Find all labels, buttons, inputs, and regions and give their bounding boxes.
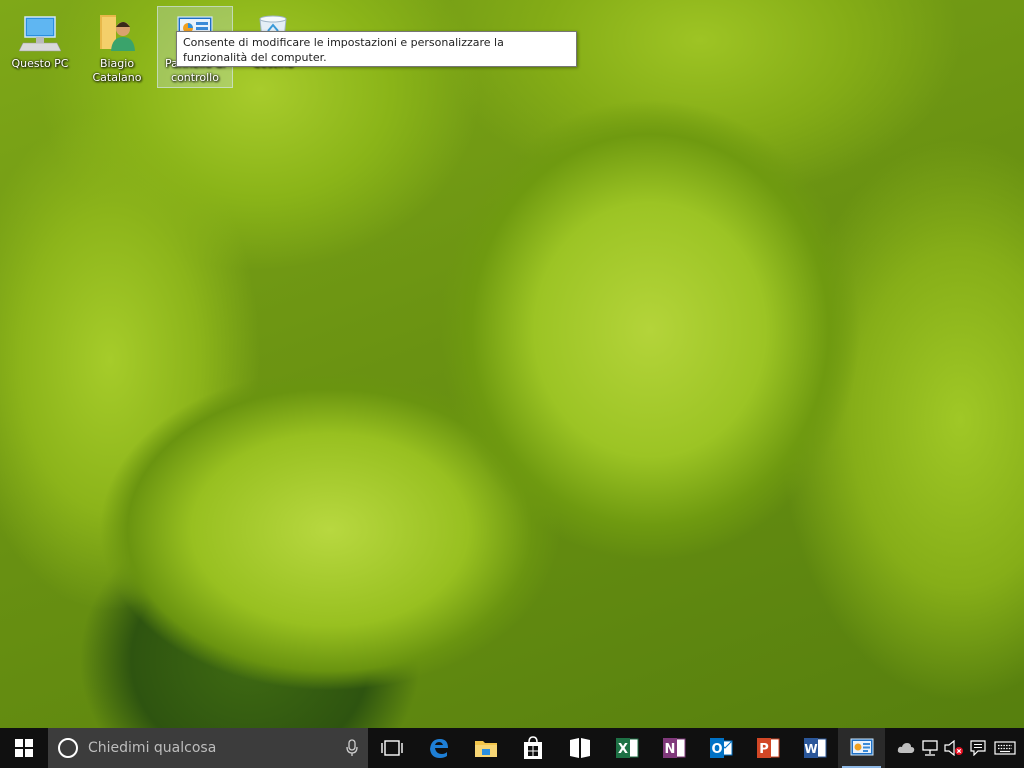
network-icon[interactable] — [918, 728, 942, 768]
onedrive-icon[interactable] — [894, 728, 918, 768]
word-icon: W — [803, 738, 826, 758]
volume-muted-icon[interactable] — [942, 728, 966, 768]
desktop[interactable]: Questo PC Biagio Catalano controllo Cons… — [0, 0, 1024, 728]
taskbar-word[interactable]: W — [791, 728, 838, 768]
computer-icon — [18, 11, 62, 53]
svg-text:O: O — [711, 742, 722, 757]
cortana-icon — [58, 738, 78, 758]
system-tray — [894, 728, 1024, 768]
user-folder-icon — [96, 11, 138, 53]
powerpoint-icon: P — [756, 738, 779, 758]
desktop-icon-label: Questo PC — [11, 57, 69, 70]
taskbar-excel[interactable]: X — [603, 728, 650, 768]
taskbar-onenote[interactable]: N — [650, 728, 697, 768]
task-view-icon — [380, 740, 403, 756]
desktop-icon-questo-pc[interactable]: Questo PC — [2, 6, 78, 88]
svg-text:N: N — [664, 742, 675, 757]
taskbar: Chiedimi qualcosa X N O P W — [0, 728, 1024, 768]
search-input[interactable]: Chiedimi qualcosa — [88, 740, 336, 756]
taskbar-powerpoint[interactable]: P — [744, 728, 791, 768]
microphone-icon[interactable] — [336, 739, 368, 757]
excel-icon: X — [615, 738, 638, 758]
search-box[interactable]: Chiedimi qualcosa — [48, 728, 368, 768]
taskbar-store[interactable] — [509, 728, 556, 768]
taskbar-tablet-mode[interactable] — [556, 728, 603, 768]
desktop-icon-label: Biagio Catalano — [92, 57, 142, 84]
tablet-mode-icon — [569, 738, 590, 758]
control-panel-icon — [850, 738, 873, 756]
desktop-icon-biagio-catalano[interactable]: Biagio Catalano — [79, 6, 155, 88]
task-view-button[interactable] — [368, 728, 415, 768]
edge-icon — [429, 739, 448, 758]
windows-logo-icon — [15, 739, 33, 757]
taskbar-edge[interactable] — [415, 728, 462, 768]
svg-text:X: X — [617, 742, 627, 757]
taskbar-file-explorer[interactable] — [462, 728, 509, 768]
svg-text:P: P — [759, 742, 769, 757]
taskbar-outlook[interactable]: O — [697, 728, 744, 768]
svg-text:W: W — [804, 742, 817, 756]
keyboard-icon[interactable] — [990, 728, 1020, 768]
store-icon — [523, 736, 542, 759]
notifications-icon[interactable] — [966, 728, 990, 768]
tooltip: Consente di modificare le impostazioni e… — [176, 31, 577, 67]
folder-icon — [474, 741, 497, 757]
onenote-icon: N — [662, 738, 685, 758]
outlook-icon: O — [709, 738, 732, 758]
taskbar-control-panel[interactable] — [838, 728, 885, 768]
start-button[interactable] — [0, 728, 48, 768]
